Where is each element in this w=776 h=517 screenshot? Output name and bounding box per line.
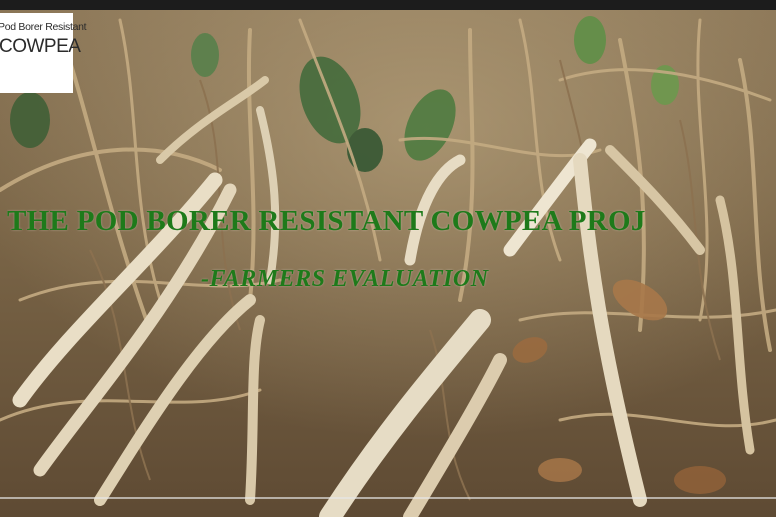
bottom-divider-line	[0, 497, 776, 499]
cowpea-field-photo	[0, 0, 776, 517]
video-subtitle-caption: -FARMERS EVALUATION	[201, 266, 489, 292]
logo-wordmark: COWPEA	[0, 36, 81, 57]
logo-tagline: Pod Borer Resistant	[0, 21, 87, 33]
top-letterbox-bar	[0, 0, 776, 10]
video-frame: Pod Borer Resistant COWPEA THE POD BORER…	[0, 0, 776, 517]
video-title-caption: THE POD BORER RESISTANT COWPEA PROJ	[7, 205, 646, 237]
pod-borer-resistant-cowpea-logo: Pod Borer Resistant COWPEA	[0, 13, 87, 93]
